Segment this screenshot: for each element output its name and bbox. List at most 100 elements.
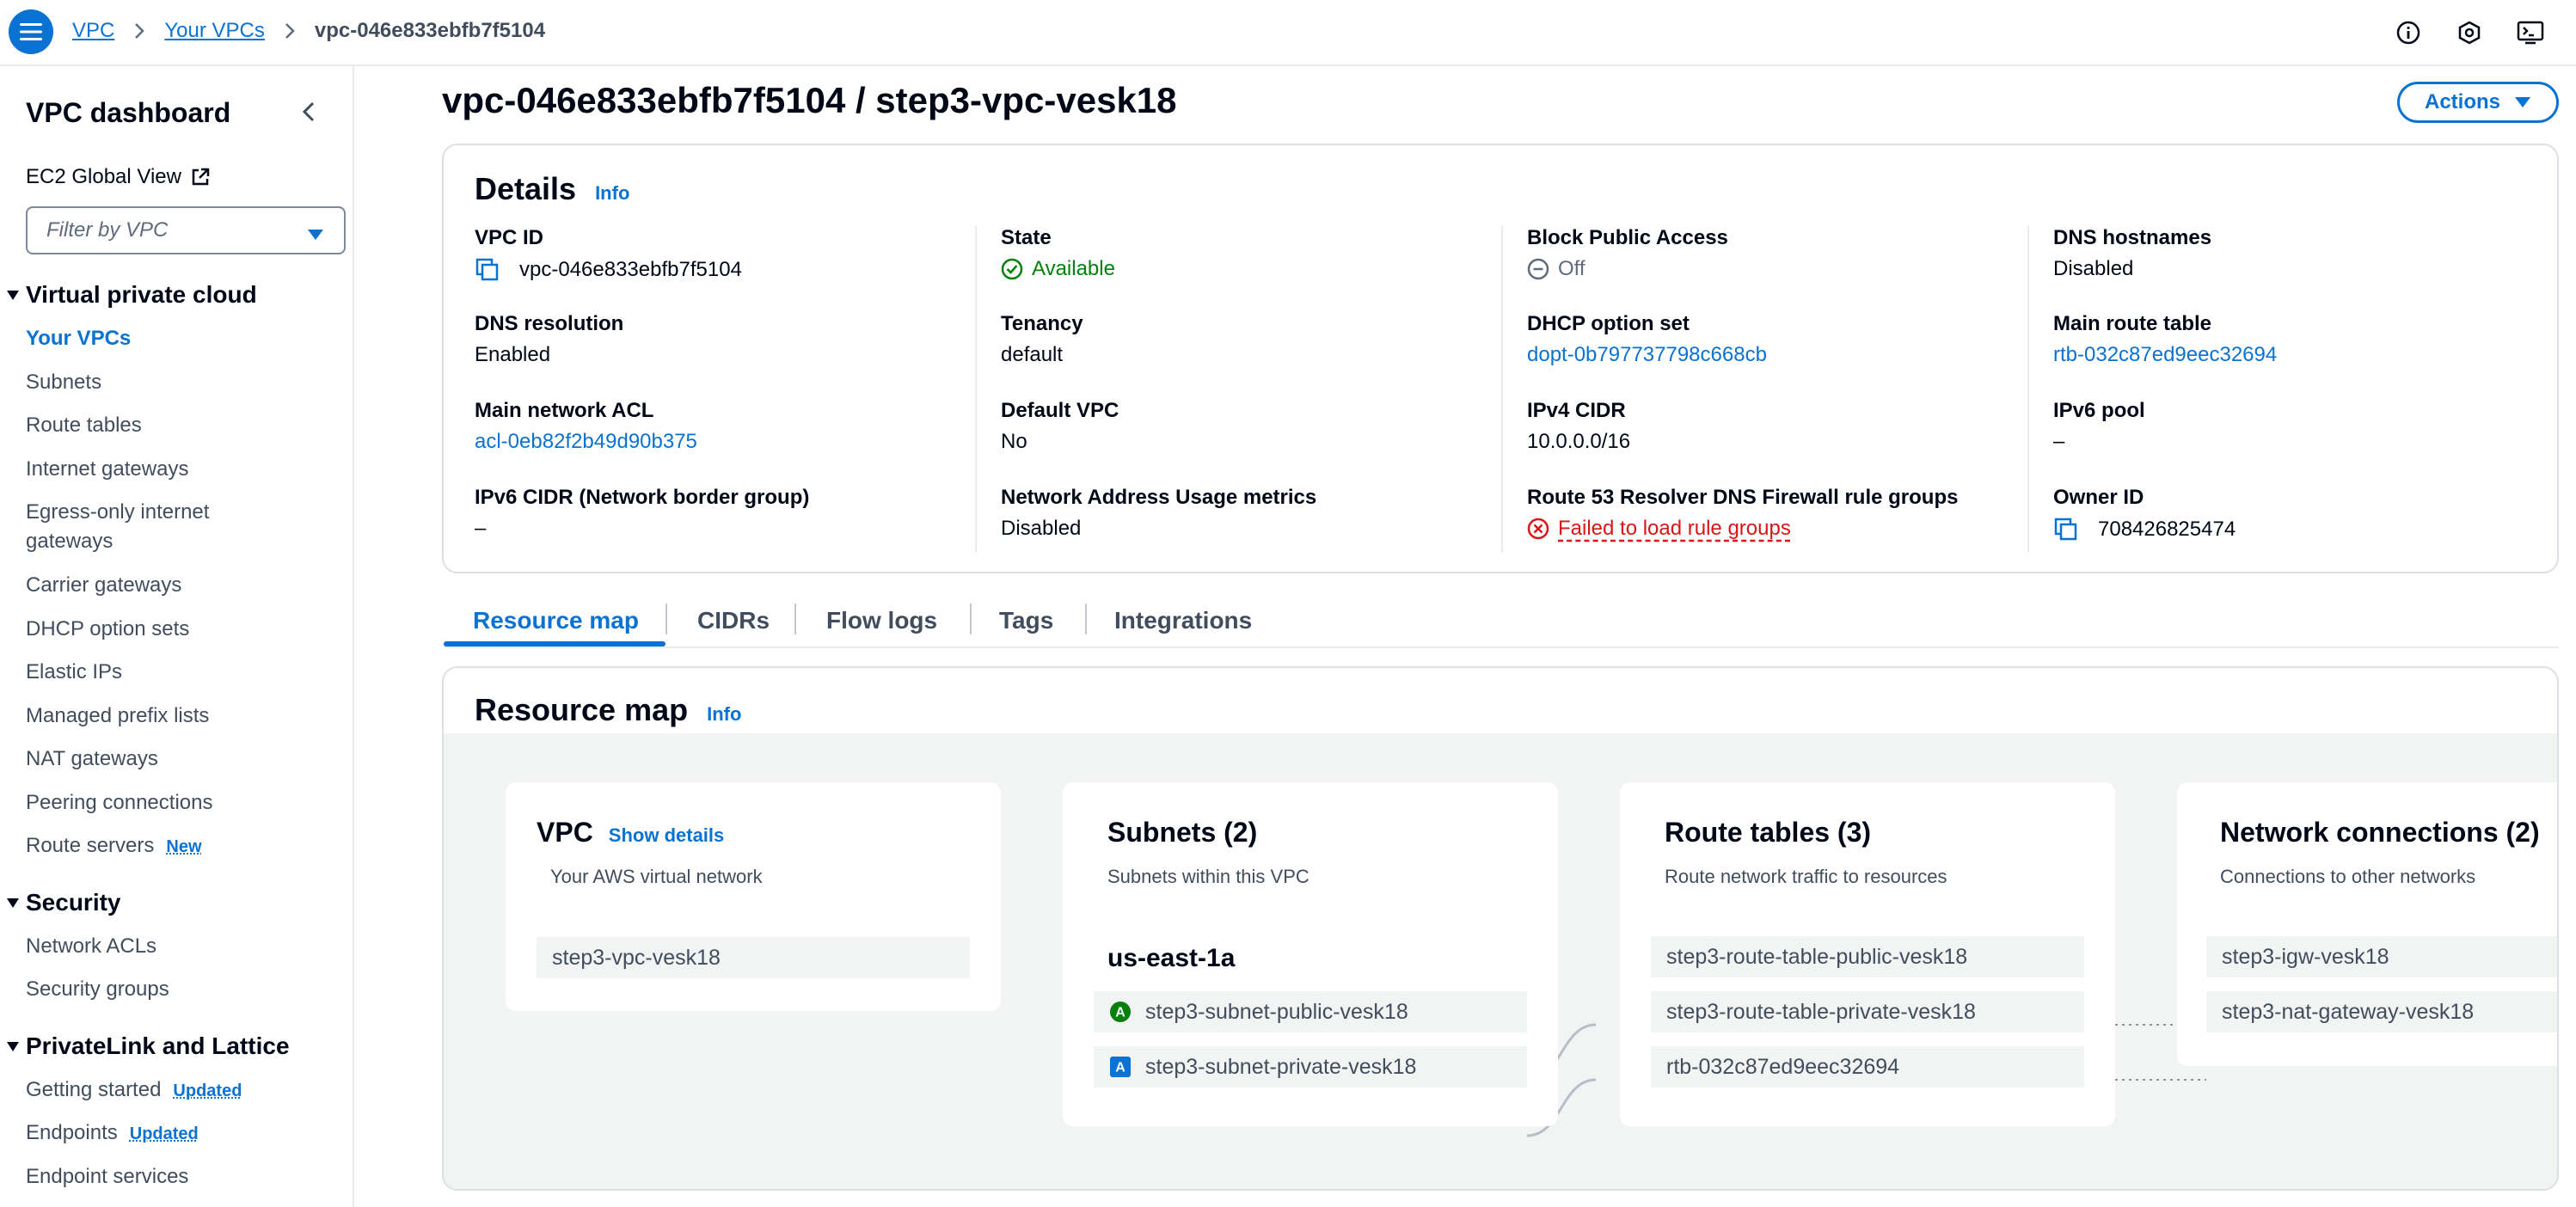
- sidebar-item-egress-only-internet-gateways[interactable]: Egress-only internet gateways: [26, 498, 284, 556]
- breadcrumb-vpc[interactable]: VPC: [72, 19, 114, 43]
- show-details-link[interactable]: Show details: [609, 824, 724, 847]
- subnet-label: step3-subnet-private-vesk18: [1145, 1054, 1417, 1079]
- details-panel: Details Info VPC ID vpc-046e833ebfb7f510…: [442, 144, 2559, 573]
- route-tables-card-desc: Route network traffic to resources: [1665, 866, 1947, 887]
- availability-zone-label: us-east-1a: [1107, 944, 1236, 972]
- actions-label: Actions: [2424, 90, 2500, 113]
- route-table-item[interactable]: rtb-032c87ed9eec32694: [1651, 1046, 2084, 1088]
- field-value[interactable]: Failed to load rule groups: [1527, 517, 1958, 541]
- details-heading: Details: [475, 171, 577, 206]
- route-tables-resource-card: Route tables (3) Route network traffic t…: [1620, 782, 2115, 1126]
- column-divider: [1501, 226, 1503, 553]
- field-label: IPv6 pool: [2053, 399, 2145, 422]
- caret-down-icon: [0, 897, 26, 909]
- sidebar-section-privatelink-and-lattice[interactable]: PrivateLink and Lattice: [0, 1032, 290, 1060]
- sidebar-item-getting-started[interactable]: Getting started Updated: [26, 1075, 242, 1106]
- subnet-item[interactable]: A step3-subnet-private-vesk18: [1094, 1046, 1527, 1088]
- subnet-item[interactable]: A step3-subnet-public-vesk18: [1094, 991, 1527, 1032]
- tab-flow-logs[interactable]: Flow logs: [826, 607, 937, 634]
- main-network-acl-link[interactable]: acl-0eb82f2b49d90b375: [475, 430, 697, 454]
- sidebar-title: VPC dashboard: [26, 97, 231, 128]
- sidebar-item-peering-connections[interactable]: Peering connections: [26, 788, 212, 818]
- sidebar-item-managed-prefix-lists[interactable]: Managed prefix lists: [26, 702, 209, 731]
- field-value: default: [1001, 343, 1064, 366]
- tab-separator: [794, 604, 796, 634]
- caret-down-icon: [0, 1040, 26, 1052]
- sidebar-item-endpoints[interactable]: Endpoints Updated: [26, 1118, 199, 1149]
- info-circle-icon[interactable]: [2393, 17, 2424, 48]
- filter-by-vpc-select[interactable]: Filter by VPC: [26, 206, 346, 254]
- field-label: DNS hostnames: [2053, 226, 2212, 249]
- tab-tags[interactable]: Tags: [999, 607, 1053, 634]
- field-value: 10.0.0.0/16: [1527, 430, 1631, 453]
- chevron-right-icon: [284, 21, 296, 40]
- column-divider: [975, 226, 977, 553]
- vpc-id-value: vpc-046e833ebfb7f5104: [519, 258, 742, 281]
- tabs: Resource map CIDRs Flow logs Tags Integr…: [444, 598, 2559, 648]
- network-connection-item[interactable]: step3-nat-gateway-vesk18: [2206, 991, 2557, 1032]
- resource-map-info-link[interactable]: Info: [707, 703, 741, 726]
- field-label: Route 53 Resolver DNS Firewall rule grou…: [1527, 486, 1959, 509]
- field-label: Default VPC: [1001, 399, 1119, 422]
- tab-resource-map[interactable]: Resource map: [473, 607, 639, 634]
- field-ipv6-pool: IPv6 pool –: [2053, 399, 2145, 454]
- sidebar-item-network-acls[interactable]: Network ACLs: [26, 932, 156, 961]
- route-table-item[interactable]: step3-route-table-public-vesk18: [1651, 936, 2084, 977]
- svg-text:A: A: [1115, 1006, 1125, 1020]
- breadcrumb-your-vpcs[interactable]: Your VPCs: [164, 19, 265, 43]
- sidebar-item-route-servers[interactable]: Route servers New: [26, 831, 202, 861]
- field-dns-resolution: DNS resolution Enabled: [475, 312, 623, 367]
- field-value: Enabled: [475, 343, 551, 366]
- copy-icon[interactable]: [475, 257, 500, 283]
- field-main-route-table: Main route table rtb-032c87ed9eec32694: [2053, 312, 2277, 367]
- chevron-left-icon[interactable]: [296, 99, 322, 125]
- tab-integrations[interactable]: Integrations: [1114, 607, 1252, 634]
- subnets-card-desc: Subnets within this VPC: [1107, 866, 1309, 887]
- sidebar-section-security[interactable]: Security: [0, 889, 121, 916]
- actions-button[interactable]: Actions: [2397, 82, 2559, 123]
- sidebar-item-subnets[interactable]: Subnets: [26, 368, 101, 397]
- top-bar: VPC Your VPCs vpc-046e833ebfb7f5104: [0, 0, 2576, 66]
- sidebar-item-route-tables[interactable]: Route tables: [26, 411, 142, 440]
- svg-text:A: A: [1115, 1061, 1125, 1075]
- sidebar-item-security-groups[interactable]: Security groups: [26, 975, 169, 1004]
- dhcp-option-set-link[interactable]: dopt-0b797737798c668cb: [1527, 343, 1767, 367]
- network-connection-item[interactable]: step3-igw-vesk18: [2206, 936, 2557, 977]
- column-divider: [2027, 226, 2029, 553]
- vpc-resource-card: VPC Show details Your AWS virtual networ…: [506, 782, 1001, 1011]
- main-route-table-link[interactable]: rtb-032c87ed9eec32694: [2053, 343, 2277, 367]
- terminal-icon[interactable]: [2515, 17, 2546, 48]
- field-label: IPv6 CIDR (Network border group): [475, 486, 810, 509]
- field-value: –: [2053, 430, 2065, 453]
- resource-map-heading: Resource map: [475, 692, 689, 727]
- sidebar-section-virtual-private-cloud[interactable]: Virtual private cloud: [0, 281, 257, 309]
- filter-placeholder: Filter by VPC: [46, 218, 169, 242]
- field-value: Off: [1527, 257, 1728, 281]
- tab-cidrs[interactable]: CIDRs: [697, 607, 770, 634]
- copy-icon[interactable]: [2053, 517, 2079, 542]
- sidebar-item-endpoint-services[interactable]: Endpoint services: [26, 1162, 188, 1192]
- hamburger-icon[interactable]: [9, 9, 53, 54]
- sidebar-item-nat-gateways[interactable]: NAT gateways: [26, 744, 158, 774]
- tab-separator: [970, 604, 972, 634]
- sidebar-item-label: Route servers: [26, 834, 155, 857]
- hexagon-icon[interactable]: [2454, 17, 2485, 48]
- sidebar-item-carrier-gateways[interactable]: Carrier gateways: [26, 571, 181, 600]
- sidebar-item-ec2-global-view[interactable]: EC2 Global View: [26, 165, 211, 189]
- breadcrumb-current: vpc-046e833ebfb7f5104: [314, 19, 546, 42]
- section-label: Security: [26, 889, 121, 916]
- field-label: IPv4 CIDR: [1527, 399, 1626, 422]
- field-value: –: [475, 517, 487, 540]
- sidebar-item-internet-gateways[interactable]: Internet gateways: [26, 455, 188, 484]
- field-label: Main route table: [2053, 312, 2212, 335]
- rule-groups-error: Failed to load rule groups: [1558, 517, 1791, 540]
- field-vpc-id: VPC ID vpc-046e833ebfb7f5104: [475, 226, 742, 283]
- field-label: State: [1001, 226, 1052, 249]
- details-info-link[interactable]: Info: [595, 182, 629, 205]
- vpc-item[interactable]: step3-vpc-vesk18: [537, 937, 970, 978]
- sidebar-item-elastic-ips[interactable]: Elastic IPs: [26, 658, 122, 687]
- sidebar-item-your-vpcs[interactable]: Your VPCs: [26, 324, 131, 353]
- route-table-item[interactable]: step3-route-table-private-vesk18: [1651, 991, 2084, 1032]
- sidebar-item-dhcp-option-sets[interactable]: DHCP option sets: [26, 615, 189, 644]
- caret-down-icon: [2514, 96, 2531, 108]
